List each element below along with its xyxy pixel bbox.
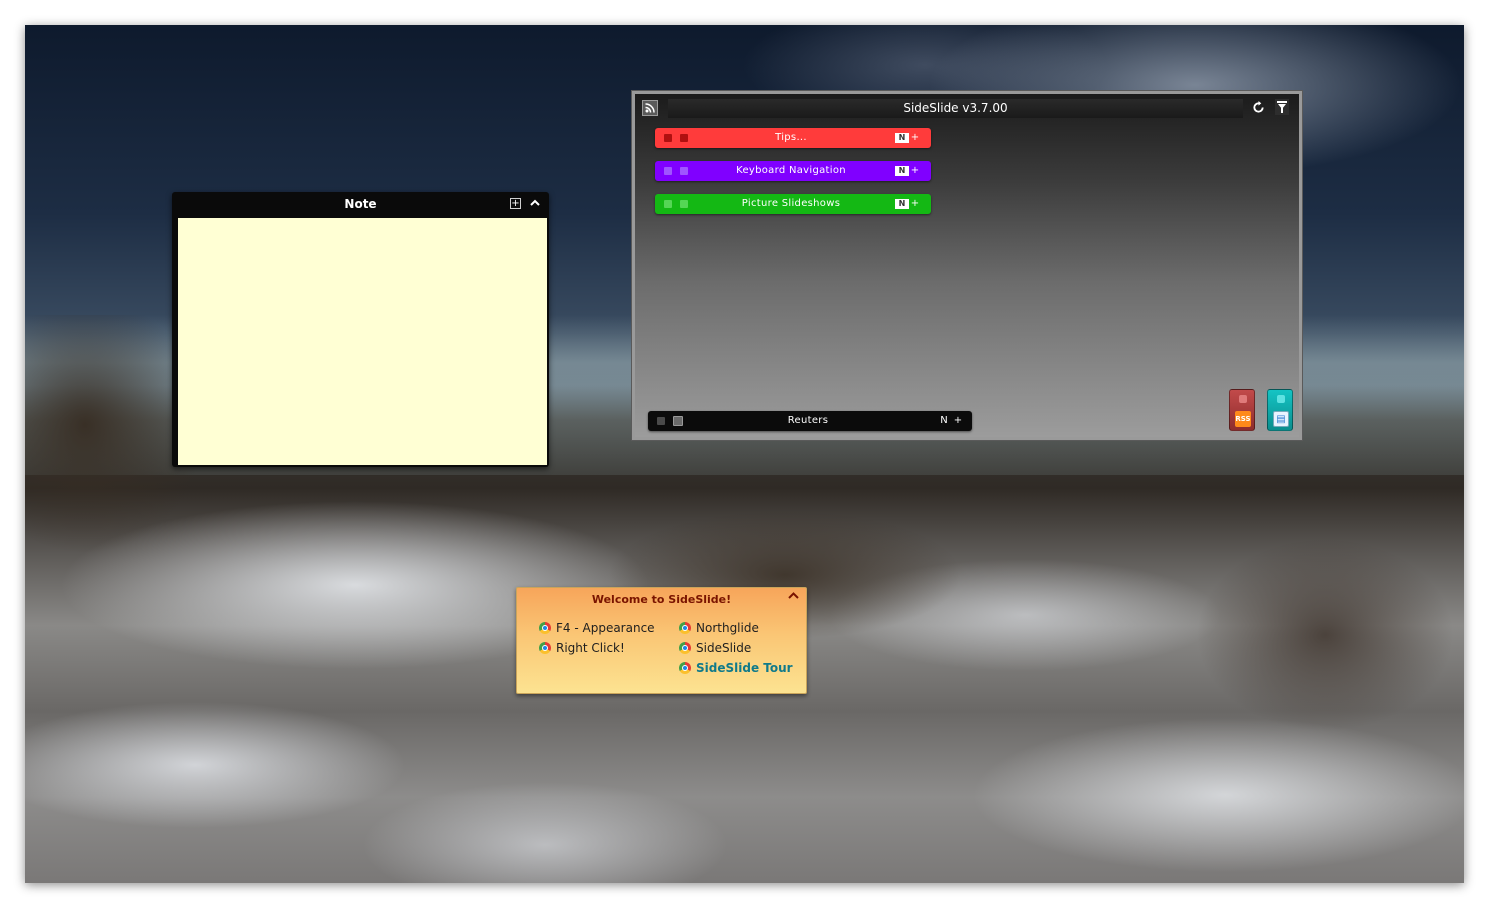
- pin-button[interactable]: [1275, 99, 1289, 115]
- strip-label: Keyboard Navigation: [736, 165, 846, 176]
- strip-square[interactable]: [664, 167, 672, 175]
- chevron-up-icon: [788, 592, 799, 599]
- strip-add-button[interactable]: +: [953, 411, 963, 431]
- note-widget: Note +: [172, 192, 549, 467]
- note-collapse-button[interactable]: [528, 195, 542, 211]
- strip-new-button[interactable]: N: [895, 166, 909, 176]
- strip-picture-slideshows[interactable]: Picture Slideshows N +: [655, 194, 931, 214]
- strip-new-button[interactable]: N: [895, 133, 909, 143]
- strip-square[interactable]: [680, 200, 688, 208]
- note-add-button[interactable]: +: [510, 198, 521, 209]
- panel-title: SideSlide v3.7.00: [668, 99, 1243, 118]
- rss-feed-icon: RSS: [1235, 411, 1251, 427]
- link-label: Northglide: [696, 621, 759, 635]
- link-label: Right Click!: [556, 641, 625, 655]
- chrome-icon: [539, 622, 551, 634]
- refresh-button[interactable]: [1250, 99, 1266, 115]
- strip-square[interactable]: [664, 200, 672, 208]
- strip-square[interactable]: [680, 167, 688, 175]
- strip-new-button[interactable]: N: [938, 411, 950, 431]
- rss-icon: [645, 103, 655, 113]
- strip-add-button[interactable]: +: [910, 194, 920, 214]
- strip-label: Tips...: [775, 132, 807, 143]
- chrome-icon: [679, 642, 691, 654]
- dock-document-tile[interactable]: ▤: [1267, 389, 1293, 431]
- strip-square[interactable]: [657, 417, 665, 425]
- sideslide-panel: SideSlide v3.7.00 Tips... N + Keyboard N…: [631, 90, 1303, 441]
- strip-square[interactable]: [664, 134, 672, 142]
- chrome-icon: [679, 662, 691, 674]
- welcome-widget: Welcome to SideSlide! F4 - Appearance Ri…: [516, 587, 807, 694]
- link-label: SideSlide Tour: [696, 661, 793, 675]
- dock-dot: [1239, 395, 1247, 403]
- chrome-icon: [679, 622, 691, 634]
- link-northglide[interactable]: Northglide: [679, 620, 759, 636]
- strip-reuters-feed[interactable]: Reuters N +: [648, 411, 972, 431]
- welcome-title: Welcome to SideSlide!: [591, 593, 732, 606]
- strip-square[interactable]: [673, 416, 683, 426]
- dock-rss-tile[interactable]: RSS: [1229, 389, 1255, 431]
- pin-top-icon: [1277, 101, 1287, 113]
- document-icon: ▤: [1273, 411, 1289, 427]
- strip-label: Reuters: [787, 415, 829, 426]
- strip-label: Picture Slideshows: [741, 198, 841, 209]
- wallpaper-rocks-left: [25, 315, 195, 575]
- welcome-collapse-button[interactable]: [788, 590, 799, 604]
- link-label: SideSlide: [696, 641, 752, 655]
- strip-square[interactable]: [680, 134, 688, 142]
- strip-new-button[interactable]: N: [895, 199, 909, 209]
- chevron-up-icon: [530, 199, 540, 206]
- link-right-click[interactable]: Right Click!: [539, 640, 625, 656]
- strip-keyboard-navigation[interactable]: Keyboard Navigation N +: [655, 161, 931, 181]
- strip-add-button[interactable]: +: [910, 128, 920, 148]
- rss-feed-button[interactable]: [642, 100, 658, 116]
- link-sideslide[interactable]: SideSlide: [679, 640, 751, 656]
- strip-add-button[interactable]: +: [910, 161, 920, 181]
- desktop-wallpaper: Note + SideSlide v3.7.00 Tips... N + Key…: [25, 25, 1464, 883]
- link-sideslide-tour[interactable]: SideSlide Tour: [679, 660, 793, 676]
- note-text-area[interactable]: [178, 218, 547, 465]
- refresh-icon: [1252, 101, 1264, 113]
- strip-tips[interactable]: Tips... N +: [655, 128, 931, 148]
- link-label: F4 - Appearance: [556, 621, 655, 635]
- wallpaper-rocks-right: [1175, 525, 1464, 775]
- note-title: Note: [344, 197, 377, 211]
- link-f4-appearance[interactable]: F4 - Appearance: [539, 620, 655, 636]
- dock-dot: [1277, 395, 1285, 403]
- chrome-icon: [539, 642, 551, 654]
